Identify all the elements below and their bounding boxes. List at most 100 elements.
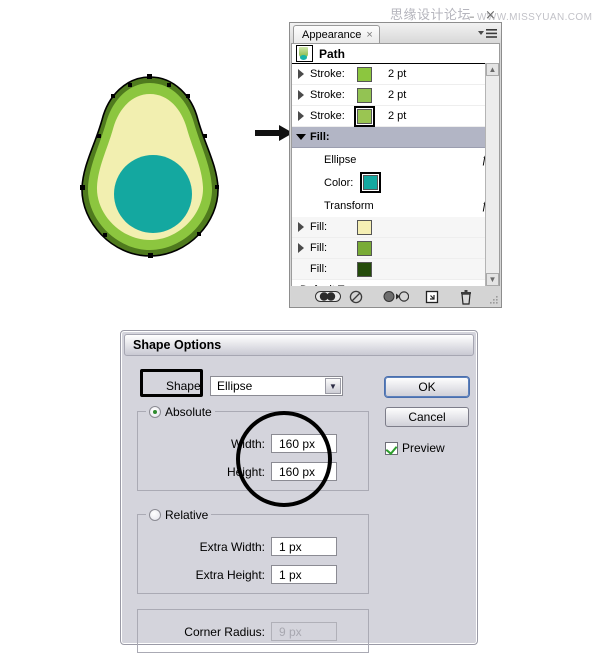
absolute-label: Absolute xyxy=(165,404,212,419)
collapse-triangle-icon[interactable] xyxy=(296,131,307,143)
expand-triangle-icon[interactable] xyxy=(296,221,307,233)
scroll-up-button[interactable]: ▲ xyxy=(486,63,499,76)
new-art-basic-appearance-toggle-icon[interactable] xyxy=(314,290,341,303)
appearance-row-fill-selected[interactable]: Fill: xyxy=(292,127,499,148)
fill-color-swatch[interactable] xyxy=(357,240,372,256)
extra-width-field-row[interactable]: Extra Width: 1 px xyxy=(138,537,368,556)
shape-select[interactable]: Ellipse ▼ xyxy=(210,376,343,396)
appearance-row-stroke-1[interactable]: Stroke: 2 pt xyxy=(292,64,499,85)
absolute-legend[interactable]: Absolute xyxy=(146,404,215,419)
appearance-subrow-transform[interactable]: Transform fx xyxy=(292,194,499,217)
tab-close-icon[interactable]: × xyxy=(366,29,372,41)
expand-triangle-icon[interactable] xyxy=(296,68,307,80)
expand-triangle-icon[interactable] xyxy=(296,242,307,254)
row-label: Fill: xyxy=(310,242,328,254)
tab-appearance[interactable]: Appearance × xyxy=(293,25,380,44)
dialog-title: Shape Options xyxy=(133,338,222,352)
shape-select-value: Ellipse xyxy=(217,379,253,393)
row-label: Stroke: xyxy=(310,68,345,80)
extra-width-input[interactable]: 1 px xyxy=(271,537,337,556)
chevron-down-icon[interactable]: ▼ xyxy=(325,378,341,394)
dialog-titlebar[interactable]: Shape Options xyxy=(124,334,474,356)
extra-height-field-row[interactable]: Extra Height: 1 px xyxy=(138,565,368,584)
stroke-color-swatch[interactable] xyxy=(357,87,372,103)
corner-radius-groupbox: Corner Radius: 9 px xyxy=(137,609,369,653)
row-label: Fill: xyxy=(310,263,328,275)
minimize-icon[interactable]: – xyxy=(469,11,475,23)
extra-height-input[interactable]: 1 px xyxy=(271,565,337,584)
stroke-color-swatch-selected[interactable] xyxy=(354,105,375,127)
panel-footer-toolbar[interactable] xyxy=(291,286,500,306)
appearance-target-row[interactable]: Path xyxy=(292,44,499,64)
width-label: Width: xyxy=(230,436,265,451)
preview-label: Preview xyxy=(402,441,445,455)
appearance-subrow-ellipse[interactable]: Ellipse fx xyxy=(292,148,499,171)
stroke-color-swatch[interactable] xyxy=(357,66,372,82)
preview-checkbox-row[interactable]: Preview xyxy=(385,441,445,455)
no-expand-spacer xyxy=(296,263,307,275)
row-label: Stroke: xyxy=(310,110,345,122)
height-input[interactable]: 160 px xyxy=(271,462,337,481)
height-field-row[interactable]: Height: 160 px xyxy=(138,462,368,481)
absolute-radio[interactable] xyxy=(149,405,161,418)
duplicate-item-icon[interactable] xyxy=(425,290,443,303)
relative-radio[interactable] xyxy=(149,508,161,521)
subrow-label: Color: xyxy=(324,176,354,189)
row-label: Fill: xyxy=(310,131,330,143)
subrow-label: Transform xyxy=(324,199,374,212)
ellipse-color-swatch[interactable] xyxy=(360,172,382,193)
reduce-to-basic-appearance-icon[interactable] xyxy=(383,290,409,303)
fill-color-swatch[interactable] xyxy=(357,261,372,277)
expand-triangle-icon[interactable] xyxy=(296,89,307,101)
shape-field-label: Shape: xyxy=(165,379,204,393)
avocado-pit xyxy=(114,155,192,233)
panel-menu-svg xyxy=(478,29,497,38)
row-value[interactable]: 2 pt xyxy=(388,110,406,122)
extra-width-label: Extra Width: xyxy=(199,539,265,554)
dialog-body: Shape: Ellipse ▼ Absolute Width: 160 px … xyxy=(127,359,471,653)
corner-radius-label: Corner Radius: xyxy=(184,624,265,639)
avocado-svg xyxy=(80,74,219,258)
watermark-cn: 思缘设计论坛 xyxy=(390,7,472,22)
panel-scrollbar[interactable]: ▲ ▼ xyxy=(485,63,499,286)
width-input[interactable]: 160 px xyxy=(271,434,337,453)
appearance-subrow-color[interactable]: Color: xyxy=(292,171,499,194)
shape-field-row[interactable]: Shape: Ellipse ▼ xyxy=(127,375,377,397)
appearance-row-fill-3[interactable]: Fill: xyxy=(292,259,499,280)
appearance-target-label: Path xyxy=(319,46,346,61)
row-label: Fill: xyxy=(310,221,328,233)
height-label: Height: xyxy=(226,464,265,479)
row-value[interactable]: 2 pt xyxy=(388,89,406,101)
panel-resize-grip[interactable] xyxy=(490,296,499,305)
extra-height-label: Extra Height: xyxy=(195,567,265,582)
clear-appearance-icon[interactable] xyxy=(349,290,367,303)
cancel-button[interactable]: Cancel xyxy=(385,407,469,427)
panel-menu-icon[interactable] xyxy=(476,27,498,40)
panel-window-buttons[interactable]: – × xyxy=(469,9,499,23)
row-value[interactable]: 2 pt xyxy=(388,68,406,80)
close-icon[interactable]: × xyxy=(485,9,496,22)
appearance-row-fill-1[interactable]: Fill: xyxy=(292,217,499,238)
path-thumbnail-icon xyxy=(296,45,313,62)
expand-triangle-icon[interactable] xyxy=(296,110,307,122)
shape-options-dialog[interactable]: Shape Options Shape: Ellipse ▼ Absolute … xyxy=(120,330,478,653)
appearance-row-stroke-2[interactable]: Stroke: 2 pt xyxy=(292,85,499,106)
subrow-label: Ellipse xyxy=(324,153,357,166)
ok-button-label: OK xyxy=(418,380,436,394)
width-field-row[interactable]: Width: 160 px xyxy=(138,434,368,453)
appearance-panel[interactable]: – × Appearance × Path Stroke: 2 pt Strok… xyxy=(289,9,502,308)
appearance-row-stroke-3[interactable]: Stroke: 2 pt xyxy=(292,105,499,127)
appearance-row-fill-2[interactable]: Fill: xyxy=(292,238,499,259)
row-label: Stroke: xyxy=(310,89,345,101)
fill-color-swatch[interactable] xyxy=(357,219,372,235)
preview-checkbox[interactable] xyxy=(385,441,398,455)
panel-body[interactable]: Path Stroke: 2 pt Stroke: 2 pt Stroke: 2… xyxy=(291,43,500,287)
relative-legend[interactable]: Relative xyxy=(146,507,212,522)
scroll-down-button[interactable]: ▼ xyxy=(486,273,499,286)
ok-button[interactable]: OK xyxy=(385,377,469,397)
corner-radius-input: 9 px xyxy=(271,622,337,641)
corner-radius-field-row: Corner Radius: 9 px xyxy=(138,622,368,641)
avocado-illustration xyxy=(70,72,230,262)
delete-item-icon[interactable] xyxy=(459,289,477,305)
tab-appearance-label: Appearance xyxy=(302,29,362,41)
